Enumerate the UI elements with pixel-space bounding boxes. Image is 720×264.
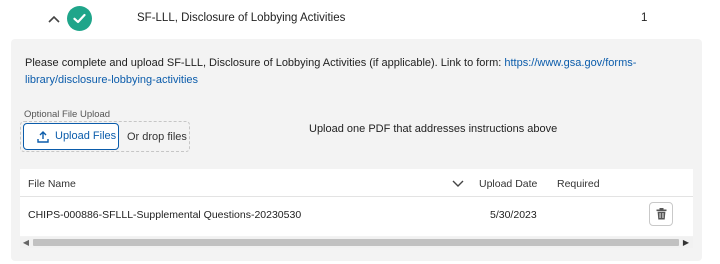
chevron-up-icon[interactable] xyxy=(44,9,64,29)
optional-upload-label: Optional File Upload xyxy=(24,109,111,120)
upload-date-cell: 5/30/2023 xyxy=(490,209,537,221)
checkmark-icon xyxy=(73,13,86,24)
file-name-cell: CHIPS-000886-SFLLL-Supplemental Question… xyxy=(28,209,302,221)
section-title: SF-LLL, Disclosure of Lobbying Activitie… xyxy=(137,12,346,24)
column-header-upload-date[interactable]: Upload Date xyxy=(479,178,537,190)
section-count: 1 xyxy=(641,12,648,24)
upload-description: Upload one PDF that addresses instructio… xyxy=(309,123,558,135)
upload-files-label: Upload Files xyxy=(55,130,117,142)
instructions-body: Please complete and upload SF-LLL, Discl… xyxy=(25,57,505,69)
horizontal-scrollbar[interactable]: ◀ ▶ xyxy=(20,237,693,248)
scrollbar-thumb[interactable] xyxy=(33,239,679,246)
scroll-left-arrow-icon[interactable]: ◀ xyxy=(20,237,32,248)
chevron-down-icon[interactable] xyxy=(450,176,466,190)
instructions-text: Please complete and upload SF-LLL, Discl… xyxy=(25,55,695,89)
files-table: File Name Upload Date Required CHIPS-000… xyxy=(20,169,693,236)
section-header[interactable]: SF-LLL, Disclosure of Lobbying Activitie… xyxy=(0,0,720,38)
delete-file-button[interactable] xyxy=(649,202,673,226)
scroll-right-arrow-icon[interactable]: ▶ xyxy=(680,237,692,248)
status-complete-badge xyxy=(67,6,92,31)
upload-icon xyxy=(37,131,49,143)
trash-icon xyxy=(656,208,667,220)
column-header-required[interactable]: Required xyxy=(557,178,600,190)
column-header-file-name[interactable]: File Name xyxy=(28,178,76,190)
upload-files-button[interactable]: Upload Files xyxy=(23,123,119,150)
header-divider xyxy=(20,196,693,197)
drop-files-text: Or drop files xyxy=(127,131,187,143)
